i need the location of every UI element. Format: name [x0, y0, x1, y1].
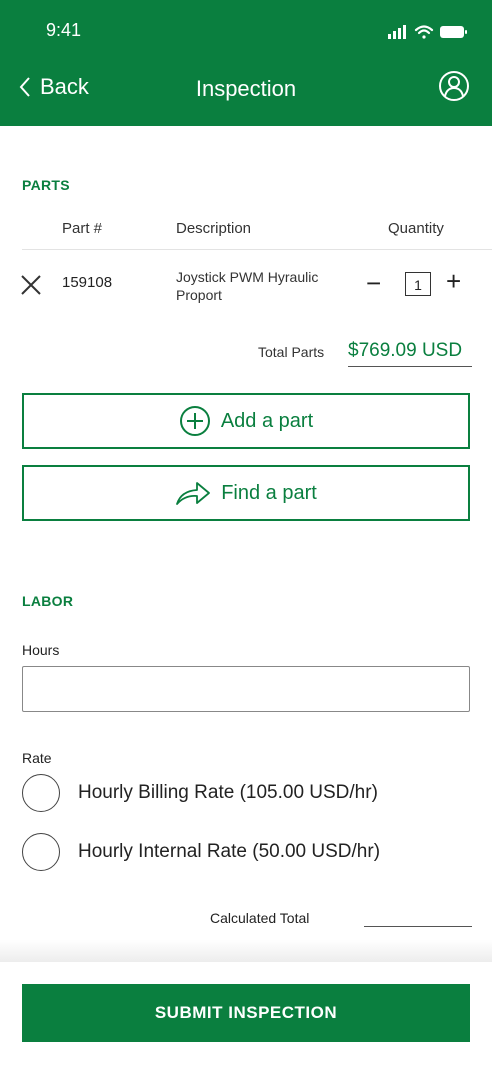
wifi-icon — [414, 25, 434, 39]
page-title: Inspection — [195, 76, 297, 101]
column-quantity: Quantity — [388, 220, 444, 237]
parts-section-title: PARTS — [22, 177, 70, 193]
calculated-total-value — [364, 926, 472, 927]
table-row: 159108 Joystick PWM Hyraulic Proport − 1… — [0, 262, 492, 312]
add-part-button[interactable]: Add a part — [22, 393, 470, 449]
internal-rate-label: Hourly Internal Rate (50.00 USD/hr) — [78, 841, 381, 862]
status-icons — [388, 25, 467, 39]
hours-label: Hours — [22, 642, 60, 658]
status-time: 9:41 — [46, 20, 82, 40]
submit-inspection-button[interactable]: SUBMIT INSPECTION — [22, 984, 470, 1042]
column-description: Description — [176, 220, 252, 237]
column-part-number: Part # — [62, 220, 103, 237]
total-parts-label: Total Parts — [258, 344, 325, 360]
internal-rate-option[interactable]: Hourly Internal Rate (50.00 USD/hr) — [22, 833, 380, 871]
find-part-button[interactable]: Find a part — [22, 465, 470, 521]
part-number: 159108 — [62, 274, 113, 291]
signal-icon — [388, 25, 406, 39]
parts-table-header: Part # Description Quantity — [0, 220, 492, 250]
billing-rate-label: Hourly Billing Rate (105.00 USD/hr) — [78, 782, 378, 803]
battery-icon — [440, 26, 467, 38]
app-header: 9:41 Back Inspection — [0, 0, 492, 126]
labor-section-title: LABOR — [22, 593, 74, 609]
part-description: Joystick PWM Hyraulic Proport — [176, 269, 319, 303]
plus-circle-icon — [179, 406, 210, 436]
add-part-label: Add a part — [220, 409, 314, 432]
billing-rate-option[interactable]: Hourly Billing Rate (105.00 USD/hr) — [22, 774, 378, 812]
hours-input[interactable] — [22, 666, 470, 712]
find-part-label: Find a part — [221, 481, 317, 504]
user-circle-icon[interactable] — [438, 70, 470, 102]
rate-label: Rate — [22, 750, 52, 766]
calculated-total-label: Calculated Total — [210, 910, 310, 926]
remove-part-icon[interactable] — [20, 274, 42, 296]
internal-rate-radio[interactable] — [22, 833, 60, 871]
total-parts-value: $769.09 USD — [348, 340, 472, 367]
billing-rate-radio[interactable] — [22, 774, 60, 812]
quantity-field[interactable]: 1 — [405, 272, 431, 296]
table-divider — [22, 249, 492, 250]
decrement-quantity-button[interactable]: − — [366, 268, 381, 299]
footer-shadow — [0, 940, 492, 964]
share-arrow-icon — [176, 482, 211, 505]
increment-quantity-button[interactable]: + — [446, 266, 461, 297]
